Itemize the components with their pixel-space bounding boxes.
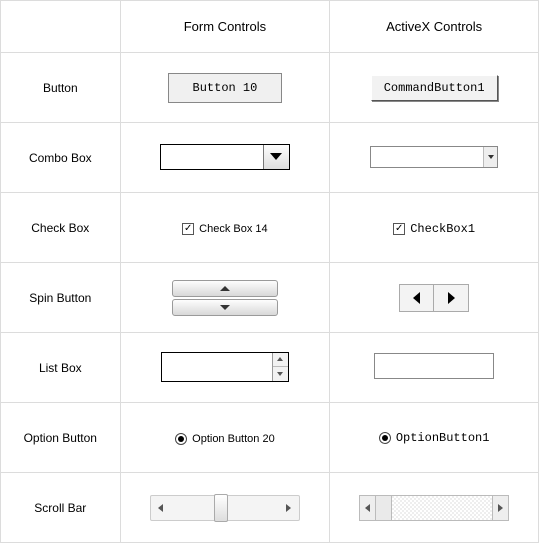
header-activex-controls: ActiveX Controls bbox=[330, 1, 539, 53]
activex-scroll-bar[interactable] bbox=[359, 495, 509, 521]
activex-combo-box[interactable] bbox=[370, 146, 498, 168]
spin-right-button[interactable] bbox=[434, 285, 468, 311]
activex-checkbox[interactable]: ✓ CheckBox1 bbox=[393, 222, 475, 236]
spin-down-button[interactable] bbox=[172, 299, 278, 316]
form-checkbox-label: Check Box 14 bbox=[199, 223, 267, 235]
scroll-track[interactable] bbox=[171, 496, 279, 520]
triangle-right-icon bbox=[286, 504, 291, 512]
row-label-spin: Spin Button bbox=[1, 263, 121, 333]
chevron-down-icon bbox=[270, 153, 282, 160]
form-list-scrollbar[interactable] bbox=[272, 353, 288, 381]
form-combo-box[interactable] bbox=[160, 144, 290, 170]
activex-spin-button[interactable] bbox=[399, 284, 469, 312]
scroll-right-button[interactable] bbox=[279, 496, 299, 520]
row-label-check: Check Box bbox=[1, 193, 121, 263]
chevron-up-icon bbox=[220, 286, 230, 291]
radio-icon bbox=[379, 432, 391, 444]
scroll-left-button[interactable] bbox=[360, 496, 376, 520]
triangle-right-icon bbox=[498, 504, 503, 512]
form-option-label: Option Button 20 bbox=[192, 433, 275, 445]
scroll-thumb[interactable] bbox=[214, 494, 228, 522]
row-label-list: List Box bbox=[1, 333, 121, 403]
chevron-down-icon bbox=[488, 155, 494, 159]
scroll-track[interactable] bbox=[376, 496, 492, 520]
form-list-box[interactable] bbox=[161, 352, 289, 382]
controls-comparison-table: Form Controls ActiveX Controls Button Bu… bbox=[0, 0, 539, 543]
scroll-up-button[interactable] bbox=[273, 353, 288, 368]
triangle-left-icon bbox=[158, 504, 163, 512]
scroll-down-button[interactable] bbox=[273, 367, 288, 381]
activex-option-button[interactable]: OptionButton1 bbox=[379, 431, 490, 445]
form-combo-dropdown-button[interactable] bbox=[263, 145, 289, 169]
form-button[interactable]: Button 10 bbox=[168, 73, 283, 103]
scroll-right-button[interactable] bbox=[492, 496, 508, 520]
form-combo-text bbox=[161, 145, 263, 169]
row-label-button: Button bbox=[1, 53, 121, 123]
chevron-down-icon bbox=[220, 305, 230, 310]
activex-command-button[interactable]: CommandButton1 bbox=[371, 75, 498, 101]
row-label-combo: Combo Box bbox=[1, 123, 121, 193]
chevron-up-icon bbox=[277, 357, 283, 361]
spin-left-button[interactable] bbox=[400, 285, 434, 311]
triangle-left-icon bbox=[365, 504, 370, 512]
checkbox-icon: ✓ bbox=[393, 223, 405, 235]
form-checkbox[interactable]: ✓ Check Box 14 bbox=[182, 223, 267, 235]
form-scroll-bar[interactable] bbox=[150, 495, 300, 521]
activex-list-box[interactable] bbox=[374, 353, 494, 379]
chevron-down-icon bbox=[277, 372, 283, 376]
form-spin-button[interactable] bbox=[172, 279, 278, 317]
scroll-thumb[interactable] bbox=[376, 496, 392, 520]
activex-option-label: OptionButton1 bbox=[396, 431, 490, 445]
scroll-left-button[interactable] bbox=[151, 496, 171, 520]
row-label-option: Option Button bbox=[1, 403, 121, 473]
activex-combo-dropdown-button[interactable] bbox=[483, 147, 497, 167]
activex-checkbox-label: CheckBox1 bbox=[410, 222, 475, 236]
spin-up-button[interactable] bbox=[172, 280, 278, 297]
header-form-controls: Form Controls bbox=[120, 1, 330, 53]
triangle-left-icon bbox=[413, 292, 420, 304]
row-label-scroll: Scroll Bar bbox=[1, 473, 121, 543]
checkbox-icon: ✓ bbox=[182, 223, 194, 235]
form-option-button[interactable]: Option Button 20 bbox=[175, 433, 275, 445]
radio-icon bbox=[175, 433, 187, 445]
triangle-right-icon bbox=[448, 292, 455, 304]
activex-combo-text bbox=[371, 147, 483, 167]
header-blank bbox=[1, 1, 121, 53]
form-list-body bbox=[162, 353, 272, 381]
